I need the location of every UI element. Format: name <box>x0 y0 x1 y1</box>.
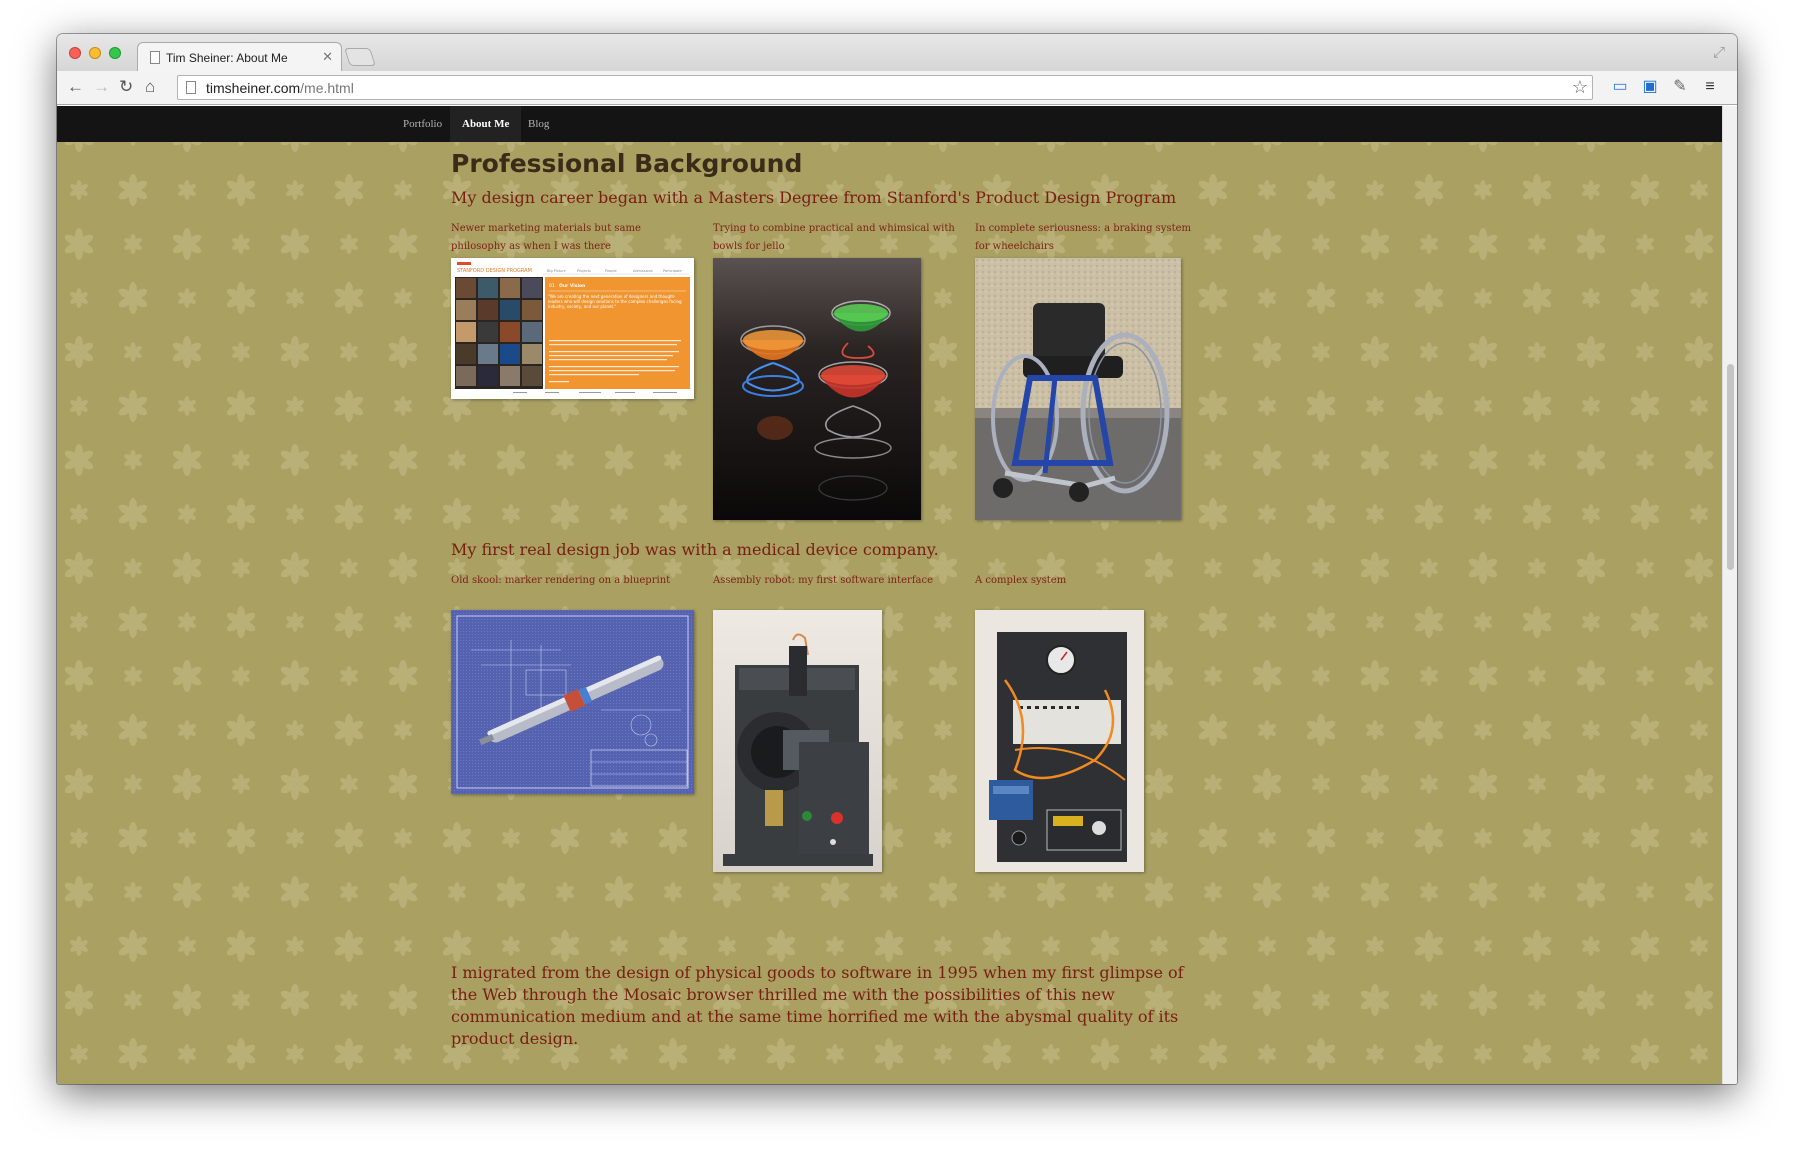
fullscreen-icon[interactable]: ⤢ <box>1713 44 1725 61</box>
brochure-vision-number: 01 <box>549 283 555 289</box>
caption-complex-system: A complex system <box>975 575 1067 586</box>
brochure-tab-1: Big Picture <box>547 269 566 273</box>
screenshot-icon[interactable]: ▣ <box>1641 78 1659 96</box>
browser-tab[interactable]: Tim Sheiner: About Me ✕ <box>137 42 342 71</box>
nav-portfolio[interactable]: Portfolio <box>391 106 454 142</box>
blueprint-image[interactable] <box>451 610 694 794</box>
brochure-tab-4: Admissions <box>633 269 653 273</box>
address-bar[interactable]: timsheiner.com/me.html ☆ <box>177 75 1593 100</box>
close-window-button[interactable] <box>69 47 81 59</box>
section-lead-education: My design career began with a Masters De… <box>451 188 1177 207</box>
complex-system-graphic <box>975 610 1144 872</box>
close-tab-icon[interactable]: ✕ <box>322 49 333 65</box>
stanford-brochure-graphic: STANFORD DESIGN PROGRAM Big Picture Proj… <box>453 260 692 397</box>
complex-system-image[interactable] <box>975 610 1144 872</box>
url-domain: timsheiner.com <box>206 80 301 96</box>
tab-title: Tim Sheiner: About Me <box>166 51 288 65</box>
page-icon <box>150 51 160 64</box>
home-icon[interactable]: ⌂ <box>145 77 155 97</box>
migration-paragraph: I migrated from the design of physical g… <box>451 963 1184 1048</box>
brochure-vision-title: Our Vision <box>559 283 585 289</box>
browser-toolbar: ← → ↻ ⌂ timsheiner.com/me.html ☆ ▭ ▣ ✎ ≡ <box>57 71 1737 105</box>
menu-icon[interactable]: ≡ <box>1701 78 1719 96</box>
page-icon <box>186 81 196 94</box>
minimize-window-button[interactable] <box>89 47 101 59</box>
main-content: Professional Background My design career… <box>451 106 1221 1084</box>
brochure-photo-grid <box>455 277 543 389</box>
back-icon[interactable]: ← <box>67 77 84 97</box>
forward-icon[interactable]: → <box>93 77 110 97</box>
window-controls <box>69 47 121 59</box>
caption-assembly-robot: Assembly robot: my first software interf… <box>713 575 933 586</box>
zoom-window-button[interactable] <box>109 47 121 59</box>
tab-strip: Tim Sheiner: About Me ✕ ⤢ <box>57 34 1737 71</box>
url-path: /me.html <box>300 80 354 96</box>
brochure-tab-3: People <box>605 269 617 273</box>
caption-blueprint: Old skool: marker rendering on a bluepri… <box>451 575 671 586</box>
url-text: timsheiner.com/me.html <box>206 80 354 96</box>
brochure-vision-quote: "We are creating the next generation of … <box>548 294 682 309</box>
wheelchair-graphic <box>975 258 1181 520</box>
section-lead-first-job: My first real design job was with a medi… <box>451 540 939 559</box>
eyedropper-icon[interactable]: ✎ <box>1671 78 1689 96</box>
cast-icon[interactable]: ▭ <box>1611 78 1629 96</box>
brochure-tab-5: Participate <box>663 269 682 273</box>
assembly-robot-graphic <box>713 610 882 872</box>
jello-bowls-graphic <box>713 258 921 520</box>
blueprint-graphic <box>451 610 694 794</box>
assembly-robot-image[interactable] <box>713 610 882 872</box>
caption-brochure: Newer marketing materials but same philo… <box>451 223 641 252</box>
reload-icon[interactable]: ↻ <box>119 77 133 97</box>
scrollbar-thumb[interactable] <box>1727 364 1734 570</box>
bookmark-star-icon[interactable]: ☆ <box>1572 77 1588 98</box>
jello-bowls-image[interactable] <box>713 258 921 520</box>
page-viewport: Portfolio About Me Blog Professional Bac… <box>57 106 1722 1084</box>
caption-wheelchair: In complete seriousness: a braking syste… <box>975 223 1191 252</box>
caption-jello-bowls: Trying to combine practical and whimsica… <box>713 223 955 252</box>
browser-window: Tim Sheiner: About Me ✕ ⤢ ← → ↻ ⌂ timshe… <box>57 34 1737 1084</box>
new-tab-button[interactable] <box>344 48 376 66</box>
wheelchair-image[interactable] <box>975 258 1181 520</box>
stanford-brochure-image[interactable]: STANFORD DESIGN PROGRAM Big Picture Proj… <box>451 258 694 399</box>
page-title: Professional Background <box>451 149 803 178</box>
brochure-tab-2: Projects <box>577 269 591 273</box>
page-scrollbar[interactable] <box>1722 106 1737 1084</box>
brochure-brand: STANFORD DESIGN PROGRAM <box>457 268 532 274</box>
